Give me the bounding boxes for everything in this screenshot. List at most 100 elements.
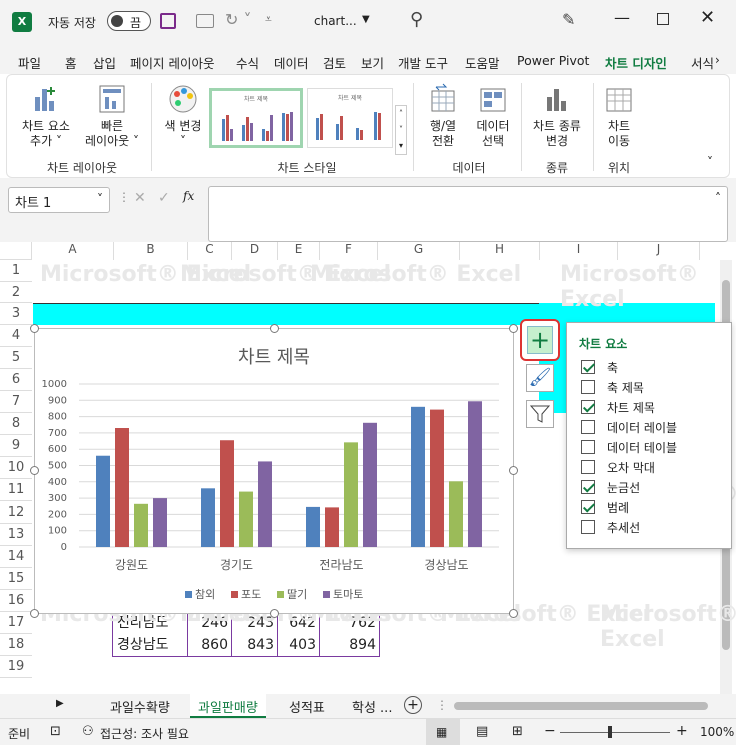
page-break-view-icon[interactable]: ⊞ [512, 724, 523, 739]
checkbox[interactable] [581, 420, 595, 434]
resize-handle-r[interactable] [509, 466, 518, 475]
row-header[interactable]: 9 [0, 435, 32, 457]
sheet-tab[interactable]: 학성 ... [352, 697, 392, 716]
tab-chart-design[interactable]: 차트 디자인 [605, 53, 667, 77]
row-header[interactable]: 15 [0, 568, 32, 590]
quick-layout-button[interactable]: 빠른 레이아웃 ˅ [79, 83, 145, 149]
redo-icon[interactable]: ↻ ˅ [225, 10, 252, 29]
move-chart-button[interactable]: 차트 이동 [597, 83, 641, 149]
panel-item-label[interactable]: 범례 [607, 499, 629, 516]
save-icon[interactable] [160, 13, 176, 29]
zoom-out-button[interactable]: − [544, 723, 556, 739]
chart-filters-button[interactable] [526, 400, 554, 428]
tab-power-pivot[interactable]: Power Pivot [517, 53, 589, 68]
close-icon[interactable]: ✕ [700, 7, 715, 28]
add-sheet-button[interactable]: + [404, 696, 422, 714]
panel-item-label[interactable]: 눈금선 [607, 479, 640, 496]
tab-formulas[interactable]: 수식 [236, 53, 259, 72]
style-gallery-scroll[interactable]: ˄ ˅ ▾ [395, 105, 407, 155]
row-header[interactable]: 11 [0, 479, 32, 501]
sheet-tab[interactable]: 과일수확량 [110, 697, 170, 716]
column-header[interactable]: G [378, 242, 460, 260]
accessibility-icon[interactable]: ⚇ [82, 724, 94, 739]
panel-item-label[interactable]: 추세선 [607, 519, 640, 536]
collapse-ribbon-icon[interactable]: ˅ [707, 155, 713, 169]
row-header[interactable]: 10 [0, 457, 32, 479]
checkbox[interactable] [581, 500, 595, 514]
resize-handle-b[interactable] [270, 609, 279, 618]
switch-row-column-button[interactable]: 행/열 전환 [419, 83, 467, 149]
chart-object[interactable]: 차트 제목 0 100 200 300 400 500 600 700 800 900 1000 강원… [34, 328, 514, 614]
maximize-icon[interactable] [657, 13, 669, 25]
table-cell[interactable]: 860 [188, 634, 232, 656]
tab-developer[interactable]: 개발 도구 [398, 53, 448, 72]
row-header[interactable]: 8 [0, 413, 32, 435]
row-header[interactable]: 5 [0, 347, 32, 369]
select-data-button[interactable]: 데이터 선택 [469, 83, 517, 149]
row-header[interactable]: 13 [0, 524, 32, 546]
zoom-in-button[interactable]: + [676, 723, 688, 739]
table-cell[interactable]: 894 [320, 634, 380, 656]
panel-item-label[interactable]: 차트 제목 [607, 399, 655, 416]
column-header[interactable]: H [460, 242, 540, 260]
minimize-icon[interactable]: — [614, 8, 630, 27]
table-cell[interactable]: 경상남도 [114, 634, 188, 656]
tab-page-layout[interactable]: 페이지 레이아웃 [130, 53, 214, 72]
column-header[interactable]: I [540, 242, 618, 260]
chevron-right-icon[interactable]: › [715, 53, 720, 67]
zoom-slider-thumb[interactable] [608, 726, 612, 738]
cancel-icon[interactable]: ✕ [134, 190, 146, 206]
panel-item-label[interactable]: 축 [607, 359, 618, 376]
filename-dropdown-icon[interactable]: ▼ [362, 14, 370, 25]
row-header[interactable]: 6 [0, 369, 32, 391]
formula-input[interactable]: ˄ [208, 186, 728, 242]
row-header[interactable]: 19 [0, 656, 32, 678]
column-header[interactable]: A [32, 242, 114, 260]
sheet-tab-active[interactable]: 과일판매량 [190, 694, 266, 718]
row-header[interactable]: 16 [0, 590, 32, 612]
search-icon[interactable]: ⚲ [410, 9, 423, 30]
checkbox[interactable] [581, 460, 595, 474]
checkbox[interactable] [581, 360, 595, 374]
tab-help[interactable]: 도움말 [465, 53, 500, 72]
resize-handle-tr[interactable] [509, 324, 518, 333]
tab-format[interactable]: 서식 [691, 53, 713, 72]
checkbox[interactable] [581, 400, 595, 414]
customize-icon[interactable]: ⩡ [265, 12, 272, 27]
chart-elements-button[interactable]: + [520, 319, 560, 361]
tab-data[interactable]: 데이터 [274, 53, 309, 72]
macro-icon[interactable]: ⊡ [50, 724, 61, 739]
autosave-toggle[interactable]: 끔 [107, 11, 151, 31]
row-header[interactable]: 18 [0, 634, 32, 656]
chart-style-thumb-1[interactable]: 차트 제목 [209, 88, 303, 148]
tab-view[interactable]: 보기 [361, 53, 384, 72]
enter-icon[interactable]: ✓ [158, 190, 170, 206]
accessibility-status[interactable]: 접근성: 조사 필요 [100, 725, 189, 742]
resize-handle-t[interactable] [270, 324, 279, 333]
add-chart-element-button[interactable]: 차트 요소 추가 ˅ [17, 83, 75, 149]
checkbox[interactable] [581, 520, 595, 534]
column-header[interactable]: C [188, 242, 232, 260]
zoom-level[interactable]: 100% [700, 725, 734, 739]
row-header[interactable]: 1 [0, 260, 32, 282]
panel-item-label[interactable]: 데이터 테이블 [607, 439, 677, 456]
row-header[interactable]: 7 [0, 391, 32, 413]
change-colors-button[interactable]: 색 변경 ˅ [157, 83, 209, 149]
panel-item-label[interactable]: 오차 막대 [607, 459, 655, 476]
column-header[interactable]: F [320, 242, 378, 260]
tab-home[interactable]: 홈 [65, 53, 77, 72]
checkbox[interactable] [581, 480, 595, 494]
resize-handle-br[interactable] [509, 609, 518, 618]
tab-insert[interactable]: 삽입 [93, 53, 116, 72]
next-sheet-icon[interactable]: ▶ [56, 698, 64, 709]
tab-file[interactable]: 파일 [18, 53, 41, 72]
table-cell[interactable]: 403 [278, 634, 320, 656]
panel-item-label[interactable]: 데이터 레이블 [607, 419, 677, 436]
checkbox[interactable] [581, 440, 595, 454]
row-header[interactable]: 2 [0, 282, 32, 303]
column-header[interactable]: D [232, 242, 278, 260]
resize-handle-l[interactable] [30, 466, 39, 475]
name-box[interactable]: 차트 1 ˅ [8, 187, 110, 213]
chart-style-thumb-2[interactable]: 차트 제목 [307, 88, 393, 148]
row-header[interactable]: 14 [0, 546, 32, 568]
